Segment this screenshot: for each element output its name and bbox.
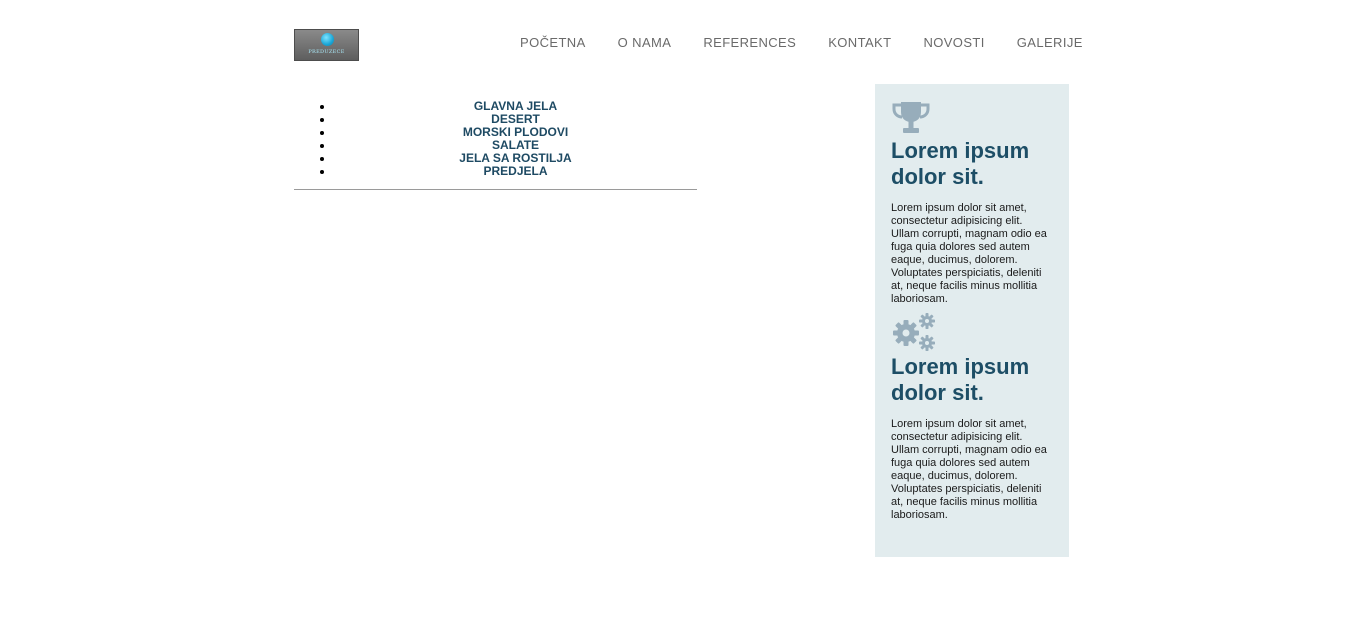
feature-text: Lorem ipsum dolor sit amet, consectetur … (891, 202, 1047, 305)
feature-heading: Lorem ipsum dolor sit. (891, 138, 1030, 189)
nav-item-galerije[interactable]: GALERIJE (1001, 36, 1099, 50)
menu-item-predjela[interactable]: PREDJELA (334, 165, 697, 178)
nav-item-kontakt[interactable]: KONTAKT (812, 36, 907, 50)
feature-heading: Lorem ipsum dolor sit. (891, 354, 1030, 405)
site-logo[interactable]: PREDUZECE (294, 29, 359, 61)
feature-block: Lorem ipsum dolor sit. Lorem ipsum dolor… (891, 100, 1053, 306)
globe-icon (321, 33, 334, 46)
nav-item-novosti[interactable]: NOVOSTI (907, 36, 1000, 50)
nav-item-o-nama[interactable]: O NAMA (602, 36, 688, 50)
gears-icon (893, 313, 935, 351)
logo-text: PREDUZECE (308, 49, 345, 55)
main-nav: POČETNA O NAMA REFERENCES KONTAKT NOVOST… (504, 36, 1099, 50)
feature-block: Lorem ipsum dolor sit. Lorem ipsum dolor… (891, 312, 1053, 522)
trophy-icon (892, 102, 930, 133)
feature-text: Lorem ipsum dolor sit amet, consectetur … (891, 418, 1047, 521)
nav-item-references[interactable]: REFERENCES (687, 36, 812, 50)
nav-item-pocetna[interactable]: POČETNA (504, 36, 602, 50)
food-category-list: GLAVNA JELA DESERT MORSKI PLODOVI SALATE… (294, 100, 697, 178)
horizontal-divider (294, 189, 697, 190)
sidebar-features: Lorem ipsum dolor sit. Lorem ipsum dolor… (875, 84, 1069, 557)
